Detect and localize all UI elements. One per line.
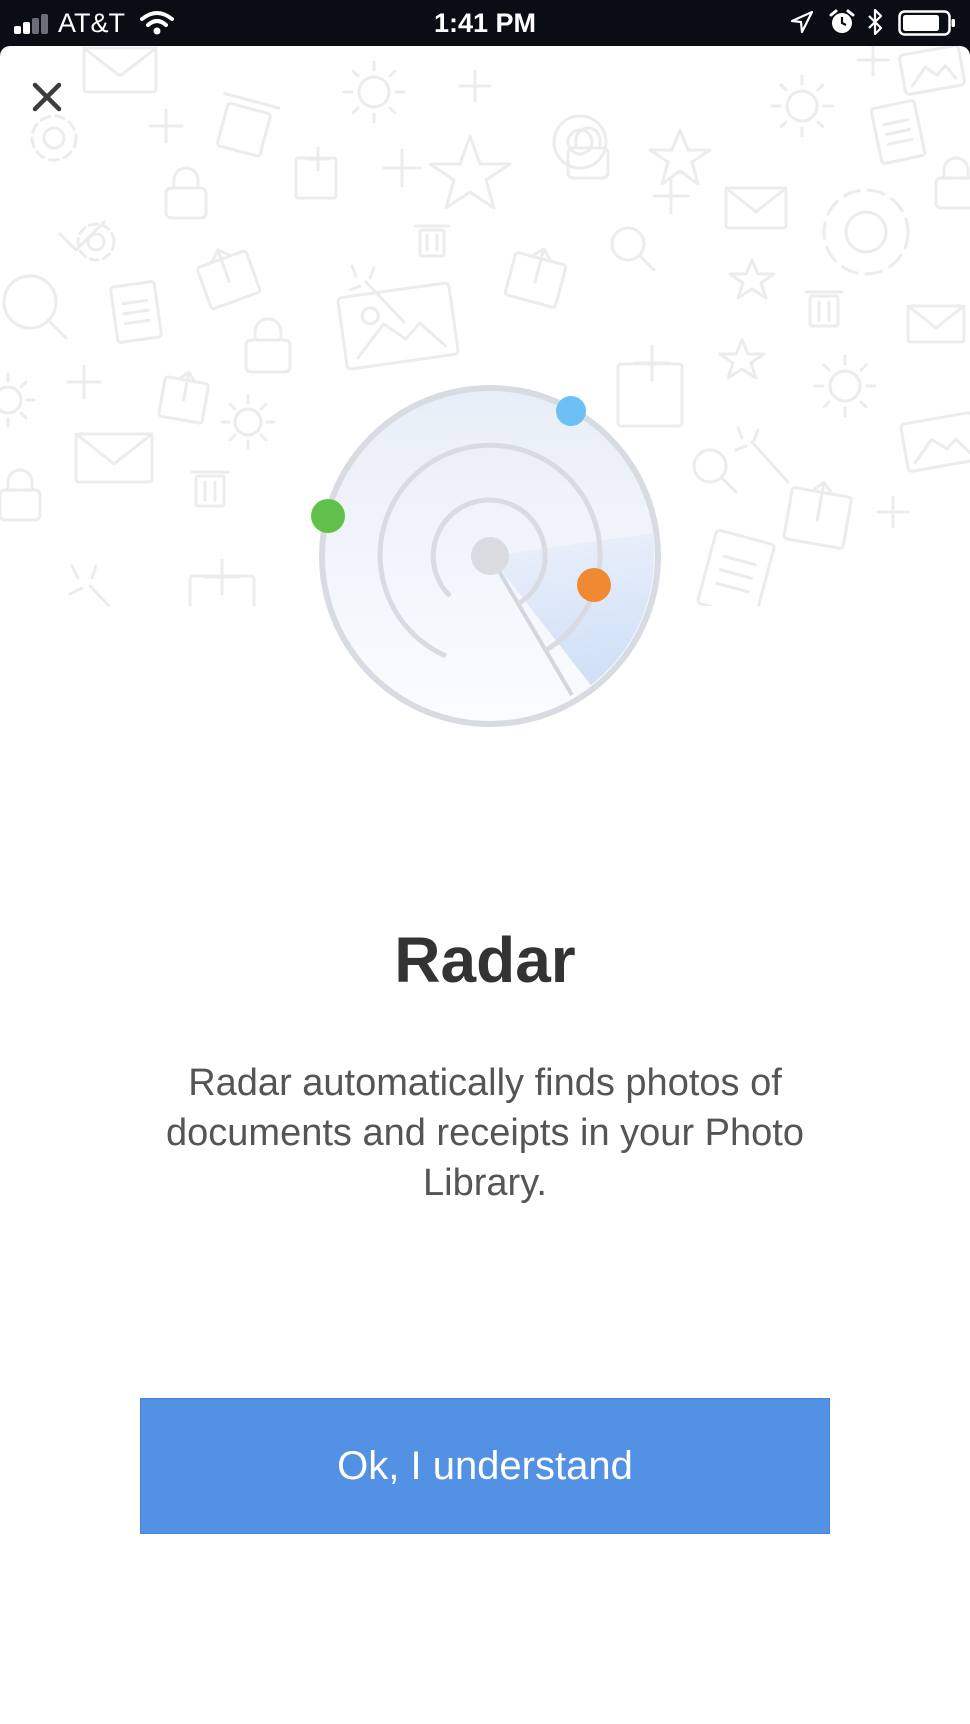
description-text: Radar automatically finds photos of docu…	[166, 1062, 804, 1204]
onboarding-sheet: Radar Radar automatically finds photos o…	[0, 46, 970, 1724]
radar-dot-green	[311, 499, 345, 533]
status-time: 1:41 PM	[433, 8, 537, 38]
radar-illustration	[311, 385, 661, 727]
page-title: Radar	[394, 924, 576, 996]
close-icon[interactable]	[24, 74, 70, 120]
ok-understand-button[interactable]: Ok, I understand	[140, 1398, 830, 1534]
battery-icon	[898, 10, 955, 36]
radar-dot-orange	[577, 568, 611, 602]
status-bar: AT&T 1:41 PM	[0, 0, 970, 46]
location-arrow-icon	[790, 10, 814, 34]
bluetooth-icon	[868, 8, 883, 36]
alarm-clock-icon	[829, 9, 855, 33]
radar-dot-blue	[556, 396, 586, 426]
